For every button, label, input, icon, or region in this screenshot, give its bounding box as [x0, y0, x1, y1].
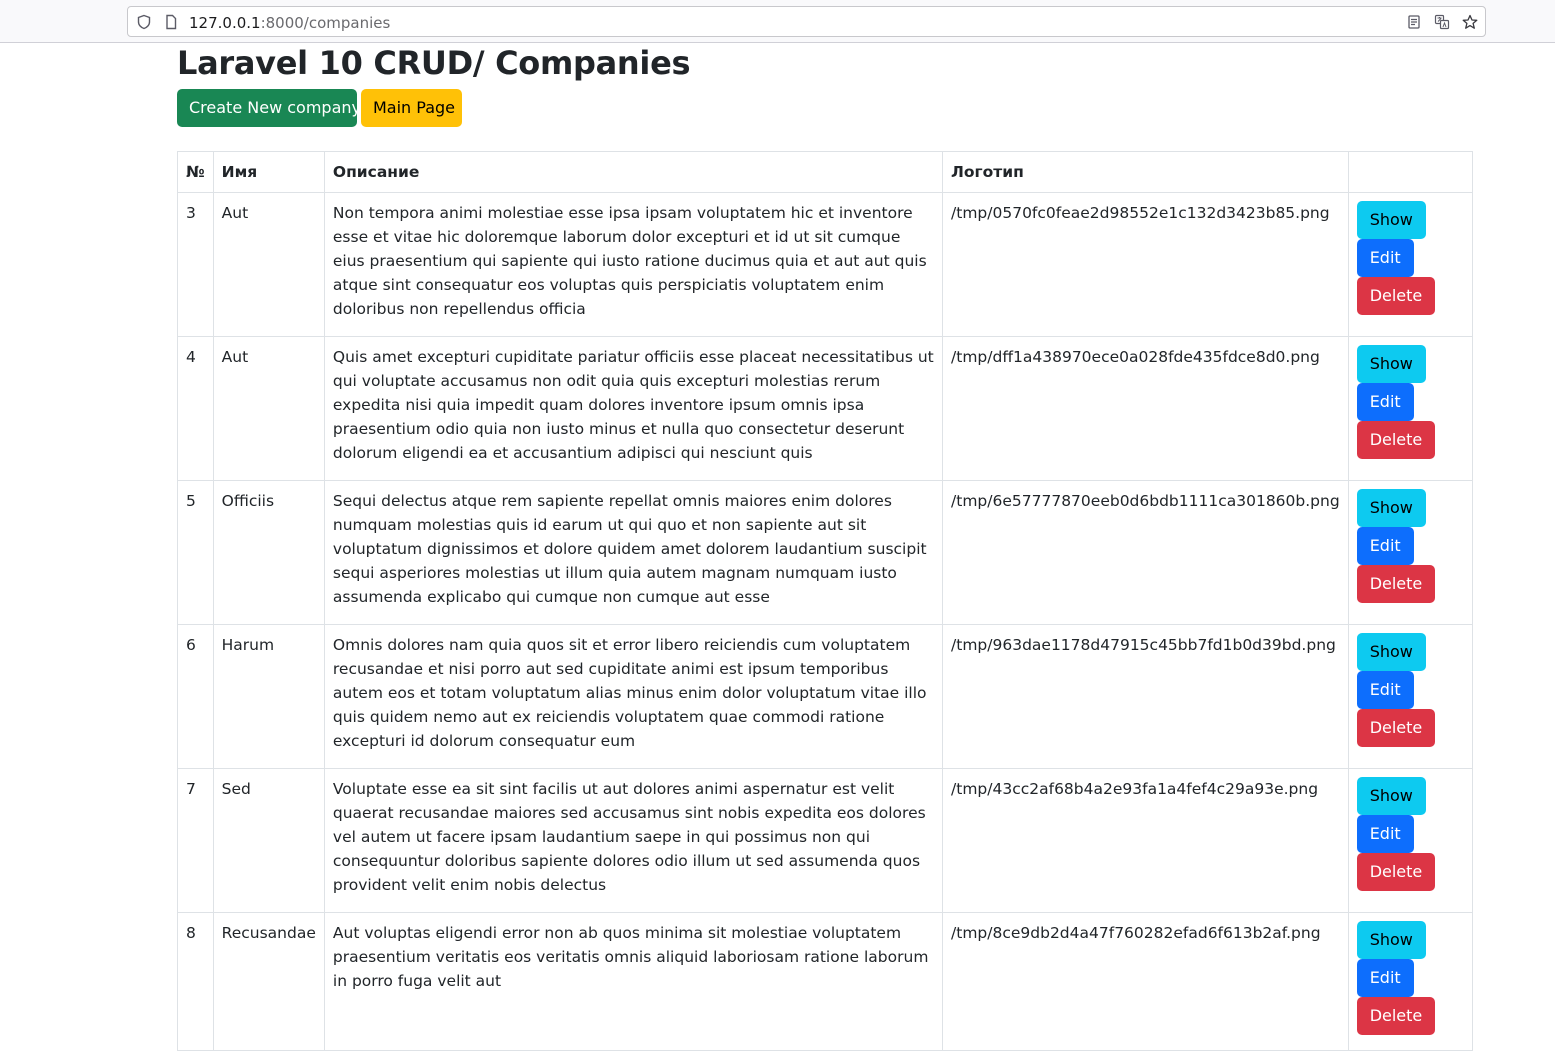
- companies-table: № Имя Описание Логотип 3 Aut Non tempora…: [177, 151, 1474, 1051]
- cell-actions: Show Edit Delete: [1347, 912, 1474, 1051]
- cell-description: Aut voluptas eligendi error non ab quos …: [323, 912, 944, 1051]
- table-row: 4 Aut Quis amet excepturi cupiditate par…: [177, 336, 1474, 481]
- header-logo: Логотип: [942, 151, 1349, 193]
- show-button[interactable]: Show: [1356, 345, 1426, 383]
- cell-logo: /tmp/8ce9db2d4a47f760282efad6f613b2af.pn…: [942, 912, 1349, 1051]
- page-icon[interactable]: [163, 14, 179, 30]
- cell-actions: Show Edit Delete: [1347, 336, 1474, 481]
- shield-icon[interactable]: [136, 14, 152, 30]
- cell-description: Non tempora animi molestiae esse ipsa ip…: [323, 192, 944, 337]
- edit-button[interactable]: Edit: [1356, 527, 1414, 565]
- address-bar[interactable]: 127.0.0.1:8000/companies: [127, 6, 1486, 37]
- edit-button[interactable]: Edit: [1356, 671, 1414, 709]
- edit-button[interactable]: Edit: [1356, 815, 1414, 853]
- header-description: Описание: [323, 151, 944, 193]
- table-row: 6 Harum Omnis dolores nam quia quos sit …: [177, 624, 1474, 769]
- cell-name: Sed: [212, 768, 325, 913]
- cell-id: 5: [177, 480, 214, 625]
- cell-name: Recusandae: [212, 912, 325, 1051]
- cell-logo: /tmp/0570fc0feae2d98552e1c132d3423b85.pn…: [942, 192, 1349, 337]
- url-text[interactable]: 127.0.0.1:8000/companies: [189, 14, 390, 32]
- cell-id: 6: [177, 624, 214, 769]
- table-row: 3 Aut Non tempora animi molestiae esse i…: [177, 192, 1474, 337]
- edit-button[interactable]: Edit: [1356, 239, 1414, 277]
- delete-button[interactable]: Delete: [1356, 709, 1436, 747]
- cell-id: 8: [177, 912, 214, 1051]
- table-header-row: № Имя Описание Логотип: [177, 151, 1474, 193]
- cell-id: 3: [177, 192, 214, 337]
- create-company-button[interactable]: Create New company: [177, 89, 361, 127]
- cell-description: Omnis dolores nam quia quos sit et error…: [323, 624, 944, 769]
- translate-icon[interactable]: [1434, 14, 1450, 30]
- header-number: №: [177, 151, 214, 193]
- cell-actions: Show Edit Delete: [1347, 768, 1474, 913]
- bookmark-star-icon[interactable]: [1462, 14, 1478, 30]
- edit-button[interactable]: Edit: [1356, 959, 1414, 997]
- cell-actions: Show Edit Delete: [1347, 624, 1474, 769]
- cell-actions: Show Edit Delete: [1347, 192, 1474, 337]
- cell-actions: Show Edit Delete: [1347, 480, 1474, 625]
- cell-id: 4: [177, 336, 214, 481]
- cell-description: Voluptate esse ea sit sint facilis ut au…: [323, 768, 944, 913]
- cell-name: Officiis: [212, 480, 325, 625]
- show-button[interactable]: Show: [1356, 921, 1426, 959]
- reader-view-icon[interactable]: [1406, 14, 1422, 30]
- cell-logo: /tmp/963dae1178d47915c45bb7fd1b0d39bd.pn…: [942, 624, 1349, 769]
- page-title: Laravel 10 CRUD/ Companies: [177, 44, 691, 82]
- delete-button[interactable]: Delete: [1356, 853, 1436, 891]
- browser-toolbar: 127.0.0.1:8000/companies: [0, 0, 1555, 43]
- edit-button[interactable]: Edit: [1356, 383, 1414, 421]
- delete-button[interactable]: Delete: [1356, 565, 1436, 603]
- cell-name: Aut: [212, 336, 325, 481]
- cell-logo: /tmp/6e57777870eeb0d6bdb1111ca301860b.pn…: [942, 480, 1349, 625]
- show-button[interactable]: Show: [1356, 777, 1426, 815]
- cell-logo: /tmp/dff1a438970ece0a028fde435fdce8d0.pn…: [942, 336, 1349, 481]
- table-row: 5 Officiis Sequi delectus atque rem sapi…: [177, 480, 1474, 625]
- header-name: Имя: [212, 151, 325, 193]
- show-button[interactable]: Show: [1356, 489, 1426, 527]
- cell-description: Sequi delectus atque rem sapiente repell…: [323, 480, 944, 625]
- delete-button[interactable]: Delete: [1356, 997, 1436, 1035]
- show-button[interactable]: Show: [1356, 633, 1426, 671]
- cell-id: 7: [177, 768, 214, 913]
- cell-logo: /tmp/43cc2af68b4a2e93fa1a4fef4c29a93e.pn…: [942, 768, 1349, 913]
- cell-description: Quis amet excepturi cupiditate pariatur …: [323, 336, 944, 481]
- delete-button[interactable]: Delete: [1356, 277, 1436, 315]
- delete-button[interactable]: Delete: [1356, 421, 1436, 459]
- header-actions: [1347, 151, 1474, 193]
- table-row: 8 Recusandae Aut voluptas eligendi error…: [177, 912, 1474, 1051]
- cell-name: Aut: [212, 192, 325, 337]
- main-page-button[interactable]: Main Page: [361, 89, 462, 127]
- cell-name: Harum: [212, 624, 325, 769]
- table-row: 7 Sed Voluptate esse ea sit sint facilis…: [177, 768, 1474, 913]
- show-button[interactable]: Show: [1356, 201, 1426, 239]
